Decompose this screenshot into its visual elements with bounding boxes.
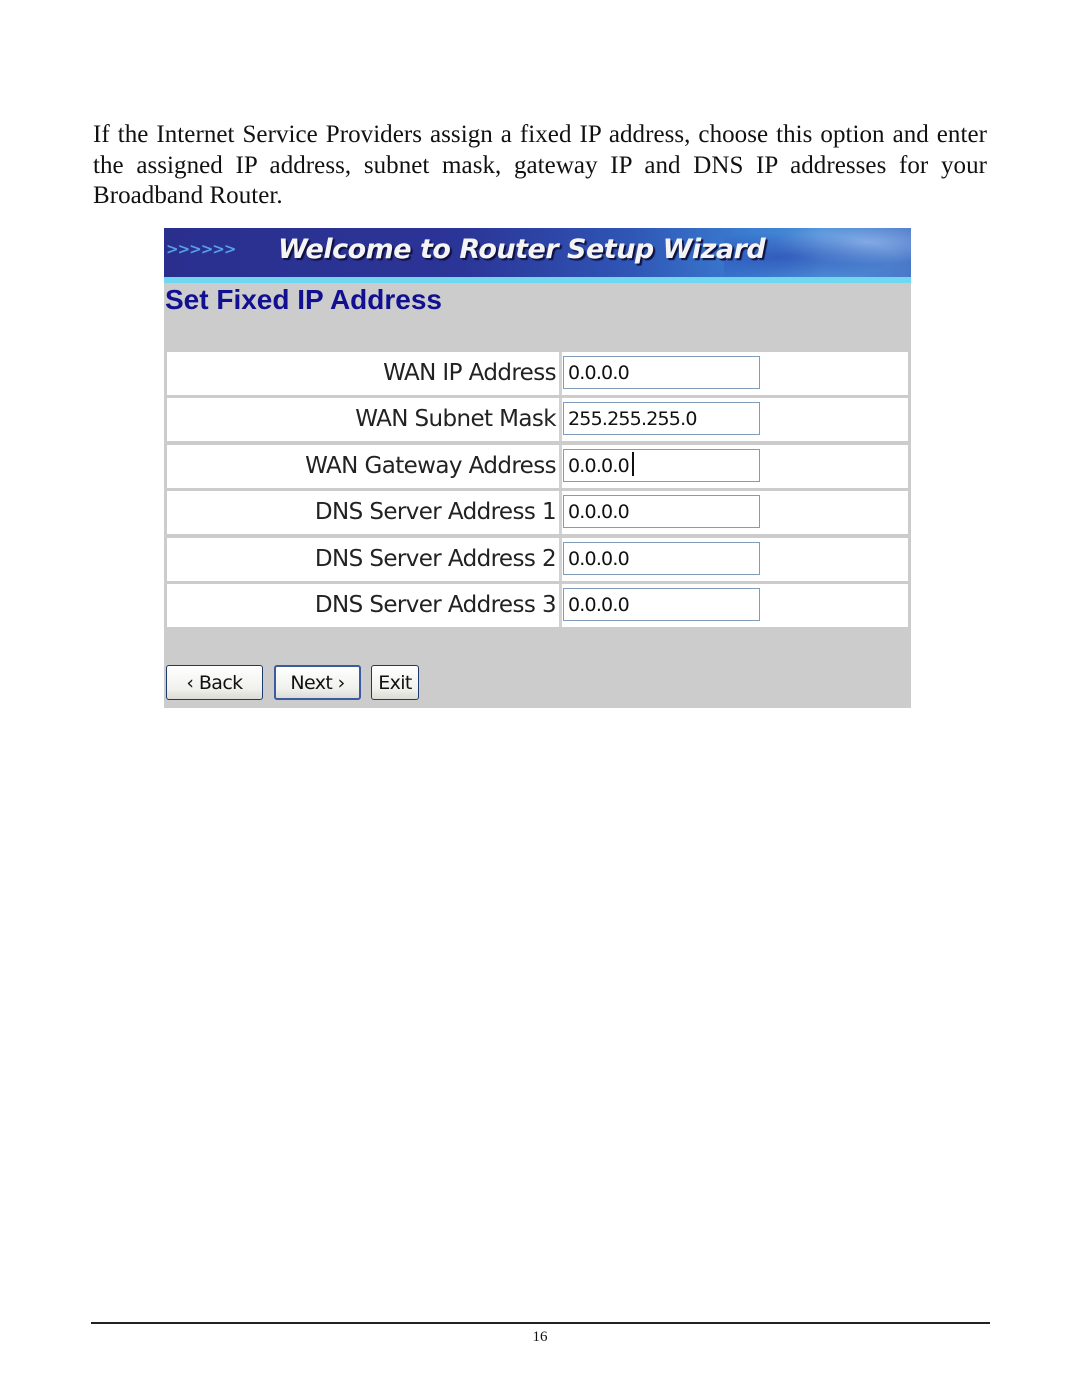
footer-divider (91, 1322, 990, 1324)
text-cursor (632, 452, 634, 476)
router-setup-wizard-screenshot: >>>>>> Welcome to Router Setup Wizard Se… (164, 228, 911, 708)
wan-gateway-label: WAN Gateway Address (305, 453, 556, 479)
column-divider (559, 352, 562, 395)
page-title: Set Fixed IP Address (165, 284, 442, 315)
wan-ip-label: WAN IP Address (383, 360, 557, 386)
column-divider (559, 584, 562, 627)
column-divider (559, 398, 562, 441)
form-row-dns-3: DNS Server Address 3 (167, 584, 908, 627)
column-divider (559, 538, 562, 581)
wan-subnet-input[interactable] (563, 402, 760, 435)
dns-1-label: DNS Server Address 1 (314, 499, 557, 525)
back-button[interactable]: ‹ Back (166, 665, 263, 700)
dns-1-input[interactable] (563, 495, 760, 528)
wizard-banner: >>>>>> Welcome to Router Setup Wizard (164, 228, 911, 277)
banner-accent-strip (164, 277, 911, 283)
column-divider (559, 445, 562, 488)
form-row-wan-subnet: WAN Subnet Mask (167, 398, 908, 441)
wan-gateway-input[interactable] (563, 449, 760, 482)
dns-2-input[interactable] (563, 542, 760, 575)
dns-2-label: DNS Server Address 2 (314, 546, 557, 572)
form-row-dns-2: DNS Server Address 2 (167, 538, 908, 581)
banner-title: Welcome to Router Setup Wizard (278, 234, 766, 265)
column-divider (559, 491, 562, 534)
form-row-wan-ip: WAN IP Address (167, 352, 908, 395)
banner-arrows-icon: >>>>>> (166, 240, 236, 258)
form-row-wan-gateway: WAN Gateway Address (167, 445, 908, 488)
exit-button[interactable]: Exit (371, 665, 419, 700)
form-row-dns-1: DNS Server Address 1 (167, 491, 908, 534)
dns-3-label: DNS Server Address 3 (314, 592, 557, 618)
wan-subnet-label: WAN Subnet Mask (355, 406, 556, 432)
intro-paragraph: If the Internet Service Providers assign… (93, 121, 987, 209)
next-button[interactable]: Next › (274, 665, 361, 700)
dns-3-input[interactable] (563, 588, 760, 621)
page-number: 16 (532, 1329, 548, 1345)
wan-ip-input[interactable] (563, 356, 760, 389)
